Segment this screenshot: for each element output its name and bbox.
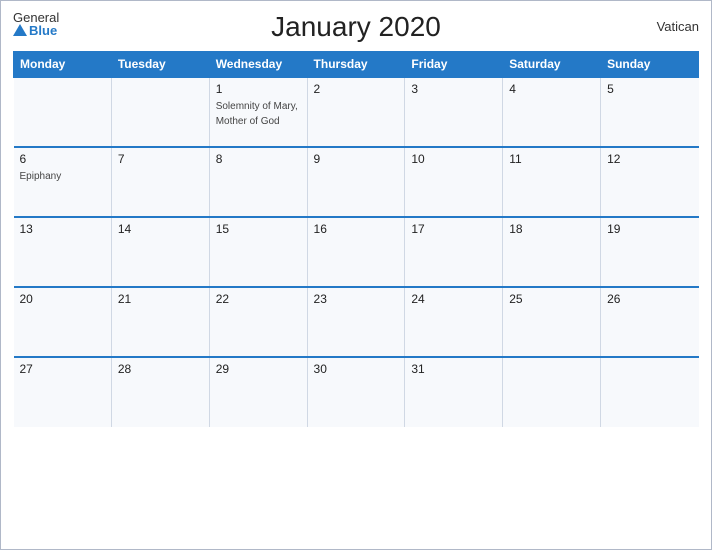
- calendar-week-row: 6 Epiphany 789 10 11 12: [14, 147, 699, 217]
- calendar-cell: [503, 357, 601, 427]
- day-number: 20: [20, 292, 105, 306]
- day-number: 3: [411, 82, 496, 96]
- calendar-cell: 20: [14, 287, 112, 357]
- calendar-cell: 8: [209, 147, 307, 217]
- day-number: 11: [509, 152, 594, 166]
- calendar-cell: 13: [14, 217, 112, 287]
- calendar-cell: 23: [307, 287, 405, 357]
- day-number: 5: [607, 82, 692, 96]
- logo: General Blue: [13, 11, 59, 37]
- day-number: 29: [216, 362, 301, 376]
- day-number: 15: [216, 222, 301, 236]
- day-number: 9: [314, 152, 399, 166]
- day-number: 22: [216, 292, 301, 306]
- day-number: 14: [118, 222, 203, 236]
- calendar-week-row: 27 28 29 30 31: [14, 357, 699, 427]
- calendar-cell: 12: [601, 147, 699, 217]
- calendar-week-row: 1 Solemnity of Mary, Mother of God 2345: [14, 77, 699, 147]
- day-number: 30: [314, 362, 399, 376]
- calendar-cell: 25: [503, 287, 601, 357]
- day-number: 12: [607, 152, 692, 166]
- calendar-body: 1Solemnity of Mary, Mother of God23456Ep…: [14, 77, 699, 427]
- day-number: 7: [118, 152, 203, 166]
- calendar-cell: 16: [307, 217, 405, 287]
- calendar-week-row: 13 14 15 16 17 18 19: [14, 217, 699, 287]
- day-event: Solemnity of Mary, Mother of God: [216, 101, 298, 127]
- calendar-cell: 31: [405, 357, 503, 427]
- calendar-header: General Blue January 2020 Vatican: [13, 11, 699, 43]
- calendar-cell: 19: [601, 217, 699, 287]
- calendar-cell: 21: [111, 287, 209, 357]
- weekday-header-wednesday: Wednesday: [209, 52, 307, 78]
- calendar-week-row: 20 21 22 23 24 25 26: [14, 287, 699, 357]
- weekday-header-monday: Monday: [14, 52, 112, 78]
- day-number: 16: [314, 222, 399, 236]
- calendar-cell: 15: [209, 217, 307, 287]
- calendar-cell: 28: [111, 357, 209, 427]
- weekday-header-thursday: Thursday: [307, 52, 405, 78]
- calendar-cell: 24: [405, 287, 503, 357]
- calendar-cell: 18: [503, 217, 601, 287]
- calendar-cell: [14, 77, 112, 147]
- calendar-cell: 17: [405, 217, 503, 287]
- calendar-cell: 3: [405, 77, 503, 147]
- day-number: 2: [314, 82, 399, 96]
- calendar-cell: 4: [503, 77, 601, 147]
- weekday-header-sunday: Sunday: [601, 52, 699, 78]
- day-number: 10: [411, 152, 496, 166]
- day-event: Epiphany: [20, 171, 62, 182]
- calendar-cell: 11: [503, 147, 601, 217]
- weekday-header-tuesday: Tuesday: [111, 52, 209, 78]
- day-number: 27: [20, 362, 105, 376]
- calendar-cell: 27: [14, 357, 112, 427]
- calendar-cell: 6 Epiphany: [14, 147, 112, 217]
- calendar-cell: [111, 77, 209, 147]
- day-number: 24: [411, 292, 496, 306]
- calendar-title: January 2020: [271, 11, 441, 43]
- calendar-cell: 10: [405, 147, 503, 217]
- calendar-header-row: MondayTuesdayWednesdayThursdayFridaySatu…: [14, 52, 699, 78]
- calendar-cell: 5: [601, 77, 699, 147]
- calendar-table: MondayTuesdayWednesdayThursdayFridaySatu…: [13, 51, 699, 427]
- day-number: 26: [607, 292, 692, 306]
- calendar-cell: 7: [111, 147, 209, 217]
- logo-triangle-icon: [13, 24, 27, 36]
- calendar-cell: 14: [111, 217, 209, 287]
- weekday-header-row: MondayTuesdayWednesdayThursdayFridaySatu…: [14, 52, 699, 78]
- calendar-cell: 30: [307, 357, 405, 427]
- day-number: 21: [118, 292, 203, 306]
- calendar-cell: 9: [307, 147, 405, 217]
- calendar-cell: 22: [209, 287, 307, 357]
- calendar-cell: 29: [209, 357, 307, 427]
- day-number: 1: [216, 82, 301, 96]
- calendar-container: General Blue January 2020 Vatican Monday…: [0, 0, 712, 550]
- logo-blue-text: Blue: [13, 24, 59, 37]
- day-number: 19: [607, 222, 692, 236]
- day-number: 13: [20, 222, 105, 236]
- day-number: 25: [509, 292, 594, 306]
- calendar-cell: 2: [307, 77, 405, 147]
- day-number: 8: [216, 152, 301, 166]
- calendar-cell: 1 Solemnity of Mary, Mother of God: [209, 77, 307, 147]
- calendar-cell: 26: [601, 287, 699, 357]
- weekday-header-saturday: Saturday: [503, 52, 601, 78]
- day-number: 31: [411, 362, 496, 376]
- day-number: 18: [509, 222, 594, 236]
- country-label: Vatican: [657, 19, 699, 34]
- day-number: 6: [20, 152, 105, 166]
- day-number: 28: [118, 362, 203, 376]
- calendar-cell: [601, 357, 699, 427]
- day-number: 17: [411, 222, 496, 236]
- day-number: 4: [509, 82, 594, 96]
- day-number: 23: [314, 292, 399, 306]
- weekday-header-friday: Friday: [405, 52, 503, 78]
